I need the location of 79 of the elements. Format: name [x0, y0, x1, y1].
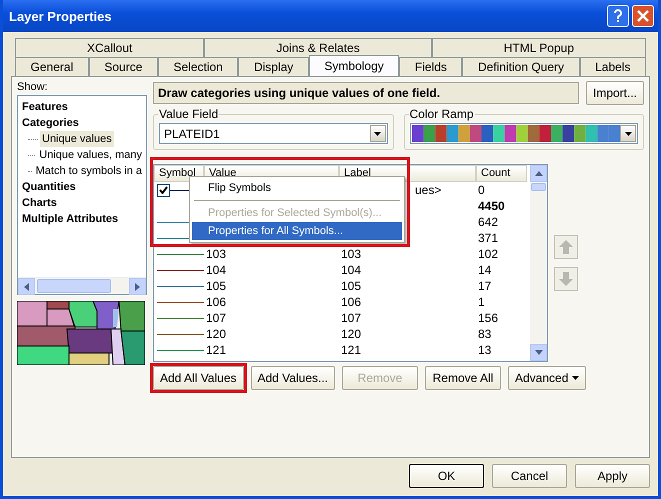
color-ramp-dropdown[interactable] — [410, 123, 638, 144]
table-cell-text: 102 — [477, 247, 498, 261]
window-title: Layer Properties — [9, 8, 112, 24]
table-cell-text: 83 — [477, 327, 492, 341]
checkbox[interactable] — [157, 184, 170, 196]
table-cell-text: 13 — [477, 343, 492, 357]
group-label: Color Ramp — [408, 107, 475, 121]
action-button[interactable]: Remove All — [425, 366, 501, 390]
action-button[interactable]: Add Values... — [250, 366, 335, 390]
table-cell-text: 106 — [340, 295, 362, 309]
tree-item[interactable]: Quantities — [20, 179, 78, 195]
menu-item[interactable]: Flip Symbols — [192, 179, 402, 197]
tree-item[interactable]: Multiple Attributes — [20, 211, 120, 227]
table-cell-text: 105 — [340, 279, 362, 293]
tab[interactable]: HTML Popup — [432, 38, 646, 57]
tab[interactable]: Source — [88, 57, 158, 76]
tree-item[interactable]: Charts — [20, 195, 59, 211]
show-label: Show: — [17, 81, 49, 95]
up-arrow-icon[interactable] — [534, 171, 542, 176]
vertical-scrollbar[interactable] — [530, 165, 547, 361]
import-button[interactable]: Import... — [586, 81, 644, 105]
scrollbar-thumb[interactable] — [37, 279, 111, 293]
left-arrow-icon[interactable] — [24, 282, 29, 290]
table-cell-text: 14 — [477, 263, 492, 277]
action-button[interactable]: Advanced — [508, 366, 586, 390]
action-button[interactable]: Add All Values — [153, 366, 244, 390]
menu-item[interactable]: Properties for All Symbols... — [192, 222, 402, 240]
table-cell-text: 120 — [205, 327, 226, 341]
tab[interactable]: Fields — [399, 57, 462, 76]
help-icon[interactable] — [607, 5, 629, 27]
tab[interactable]: General — [15, 57, 89, 76]
up-arrow-icon — [559, 240, 573, 254]
description-text: Draw categories using unique values of one field. — [153, 82, 579, 104]
table-cell-text: 107 — [340, 311, 362, 325]
caret-icon — [624, 132, 632, 136]
right-arrow-icon[interactable] — [135, 282, 140, 290]
dialog-button[interactable]: Apply — [575, 464, 650, 488]
dialog-button[interactable]: Cancel — [492, 464, 567, 488]
table-cell-text: 0 — [477, 183, 485, 197]
tree-item[interactable]: Match to symbols in a — [34, 163, 144, 179]
tab[interactable]: Symbology — [308, 55, 400, 76]
table-cell-text: 121 — [205, 343, 226, 357]
tab[interactable]: Selection — [158, 57, 238, 76]
tree-item[interactable]: Categories — [20, 115, 81, 131]
caret-icon — [374, 132, 381, 136]
table-cell-text: 156 — [477, 311, 498, 325]
tree-item[interactable]: Unique values — [40, 131, 114, 147]
tree-item[interactable]: Features — [20, 99, 70, 115]
tree-item[interactable]: Unique values, many — [37, 147, 144, 163]
table-cell-text: 4450 — [477, 199, 505, 213]
table-cell-text: 121 — [340, 343, 362, 357]
down-arrow-icon — [559, 272, 573, 286]
table-cell-text: 120 — [340, 327, 362, 341]
column-header[interactable]: Count — [476, 165, 527, 182]
tab[interactable]: Display — [238, 57, 309, 76]
table-cell-text: 106 — [205, 295, 226, 309]
table-cell-text: 103 — [340, 247, 362, 261]
tab[interactable]: Joins & Relates — [204, 38, 432, 57]
group-label: Value Field — [158, 107, 220, 121]
table-cell-text: 17 — [477, 279, 492, 293]
table-cell-text: 104 — [340, 263, 362, 277]
horizontal-scrollbar[interactable] — [18, 277, 146, 294]
value-field-dropdown[interactable]: PLATEID1 — [159, 123, 388, 144]
tab[interactable]: Labels — [580, 57, 646, 76]
table-cell-text: ues> — [414, 183, 442, 197]
table-cell-text: 371 — [477, 231, 498, 245]
table-cell-text: 104 — [205, 263, 226, 277]
table-cell-text: 103 — [205, 247, 226, 261]
caret-icon — [572, 376, 580, 380]
tab[interactable]: XCallout — [15, 38, 204, 57]
table-cell-text: 1 — [477, 295, 485, 309]
tab[interactable]: Definition Query — [462, 57, 580, 76]
table-cell-text: 642 — [477, 215, 498, 229]
table-cell-text: 105 — [205, 279, 226, 293]
scrollbar-thumb[interactable] — [531, 183, 546, 191]
down-arrow-icon[interactable] — [534, 350, 542, 355]
dialog-button[interactable]: OK — [409, 464, 484, 488]
close-icon[interactable] — [632, 5, 654, 27]
table-cell-text: 107 — [205, 311, 226, 325]
